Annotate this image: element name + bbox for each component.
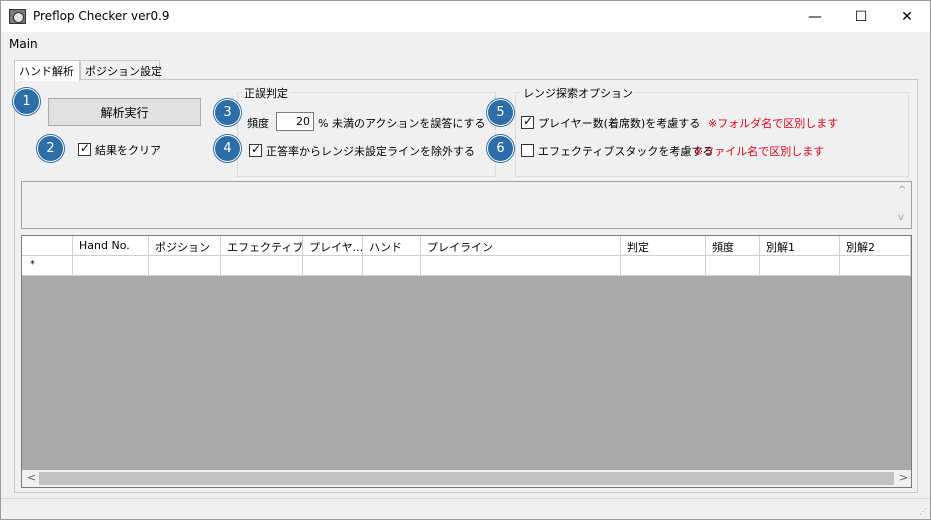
badge-5: 5	[487, 99, 514, 126]
scroll-right-icon[interactable]: >	[899, 471, 908, 484]
column-header[interactable]: 別解2	[840, 236, 911, 256]
file-note: ※ファイル名で区別します	[694, 145, 825, 158]
title-bar[interactable]: Preflop Checker ver0.9 — ☐ ✕	[1, 1, 930, 32]
status-bar: ⋰	[1, 498, 930, 519]
grid-cell[interactable]	[840, 256, 911, 276]
resize-grip-icon[interactable]: ⋰	[919, 507, 927, 516]
menu-main[interactable]: Main	[9, 37, 38, 51]
badge-4: 4	[214, 135, 241, 162]
scroll-down-icon[interactable]: v	[898, 212, 904, 223]
tab-hand-analysis[interactable]: ハンド解析	[14, 60, 80, 81]
scroll-left-icon[interactable]: <	[27, 471, 36, 484]
folder-note: ※フォルダ名で区別します	[708, 117, 839, 130]
correctness-groupbox	[237, 92, 496, 177]
consider-players-label: プレイヤー数(着席数)を考慮する	[538, 117, 701, 130]
minimize-button[interactable]: —	[792, 1, 838, 32]
new-row-marker: *	[22, 256, 73, 276]
frequency-suffix-label: % 未満のアクションを誤答にする	[318, 117, 486, 130]
exclude-unset-label: 正答率からレンジ未設定ラインを除外する	[266, 145, 475, 158]
log-textbox[interactable]: ^ v	[21, 181, 912, 229]
column-header[interactable]: 判定	[621, 236, 706, 256]
range-options-group-title: レンジ探索オプション	[521, 85, 635, 101]
tab-position-settings[interactable]: ポジション設定	[80, 60, 162, 80]
grid-cell[interactable]	[621, 256, 706, 276]
range-options-groupbox	[515, 92, 909, 177]
app-icon	[9, 9, 26, 24]
grid-cell[interactable]	[363, 256, 421, 276]
exclude-unset-checkbox[interactable]	[249, 142, 262, 157]
grid-cell[interactable]	[221, 256, 303, 276]
menu-bar: Main	[1, 32, 930, 54]
header-corner	[22, 236, 73, 256]
badge-1: 1	[13, 88, 40, 115]
column-header[interactable]: プレイライン	[421, 236, 621, 256]
badge-2: 2	[37, 135, 64, 162]
scroll-thumb[interactable]	[39, 472, 894, 485]
grid-header: Hand No. ポジション エフェクティブ... プレイヤ... ハンド プレ…	[22, 236, 911, 256]
column-header[interactable]: 別解1	[760, 236, 840, 256]
column-header[interactable]: ポジション	[149, 236, 221, 256]
column-header[interactable]: ハンド	[363, 236, 421, 256]
column-header[interactable]: プレイヤ...	[303, 236, 363, 256]
grid-cell[interactable]	[73, 256, 149, 276]
scroll-up-icon[interactable]: ^	[898, 185, 906, 196]
close-button[interactable]: ✕	[884, 1, 930, 32]
consider-players-checkbox[interactable]	[521, 114, 534, 129]
grid-horizontal-scrollbar[interactable]: < >	[22, 470, 911, 487]
maximize-button[interactable]: ☐	[838, 1, 884, 32]
grid-cell[interactable]	[303, 256, 363, 276]
grid-cell[interactable]	[149, 256, 221, 276]
textbox-scrollbar[interactable]: ^ v	[894, 182, 911, 228]
column-header[interactable]: エフェクティブ...	[221, 236, 303, 256]
clear-results-checkbox[interactable]	[78, 141, 91, 156]
grid-new-row[interactable]: *	[22, 256, 911, 276]
consider-stack-label: エフェクティブスタックを考慮する	[538, 145, 714, 158]
grid-cell[interactable]	[760, 256, 840, 276]
grid-cell[interactable]	[706, 256, 760, 276]
frequency-input[interactable]: 20	[276, 112, 314, 131]
window-title: Preflop Checker ver0.9	[33, 9, 170, 23]
badge-3: 3	[214, 99, 241, 126]
badge-6: 6	[487, 135, 514, 162]
column-header[interactable]: 頻度	[706, 236, 760, 256]
results-grid[interactable]: Hand No. ポジション エフェクティブ... プレイヤ... ハンド プレ…	[21, 235, 912, 488]
analyze-button[interactable]: 解析実行	[48, 98, 201, 126]
consider-stack-checkbox[interactable]	[521, 144, 534, 157]
app-window: Preflop Checker ver0.9 — ☐ ✕ Main ハンド解析 …	[0, 0, 931, 520]
column-header[interactable]: Hand No.	[73, 236, 149, 256]
frequency-label: 頻度	[247, 117, 269, 130]
clear-results-label: 結果をクリア	[95, 144, 161, 157]
grid-cell[interactable]	[421, 256, 621, 276]
correctness-group-title: 正誤判定	[242, 85, 290, 101]
